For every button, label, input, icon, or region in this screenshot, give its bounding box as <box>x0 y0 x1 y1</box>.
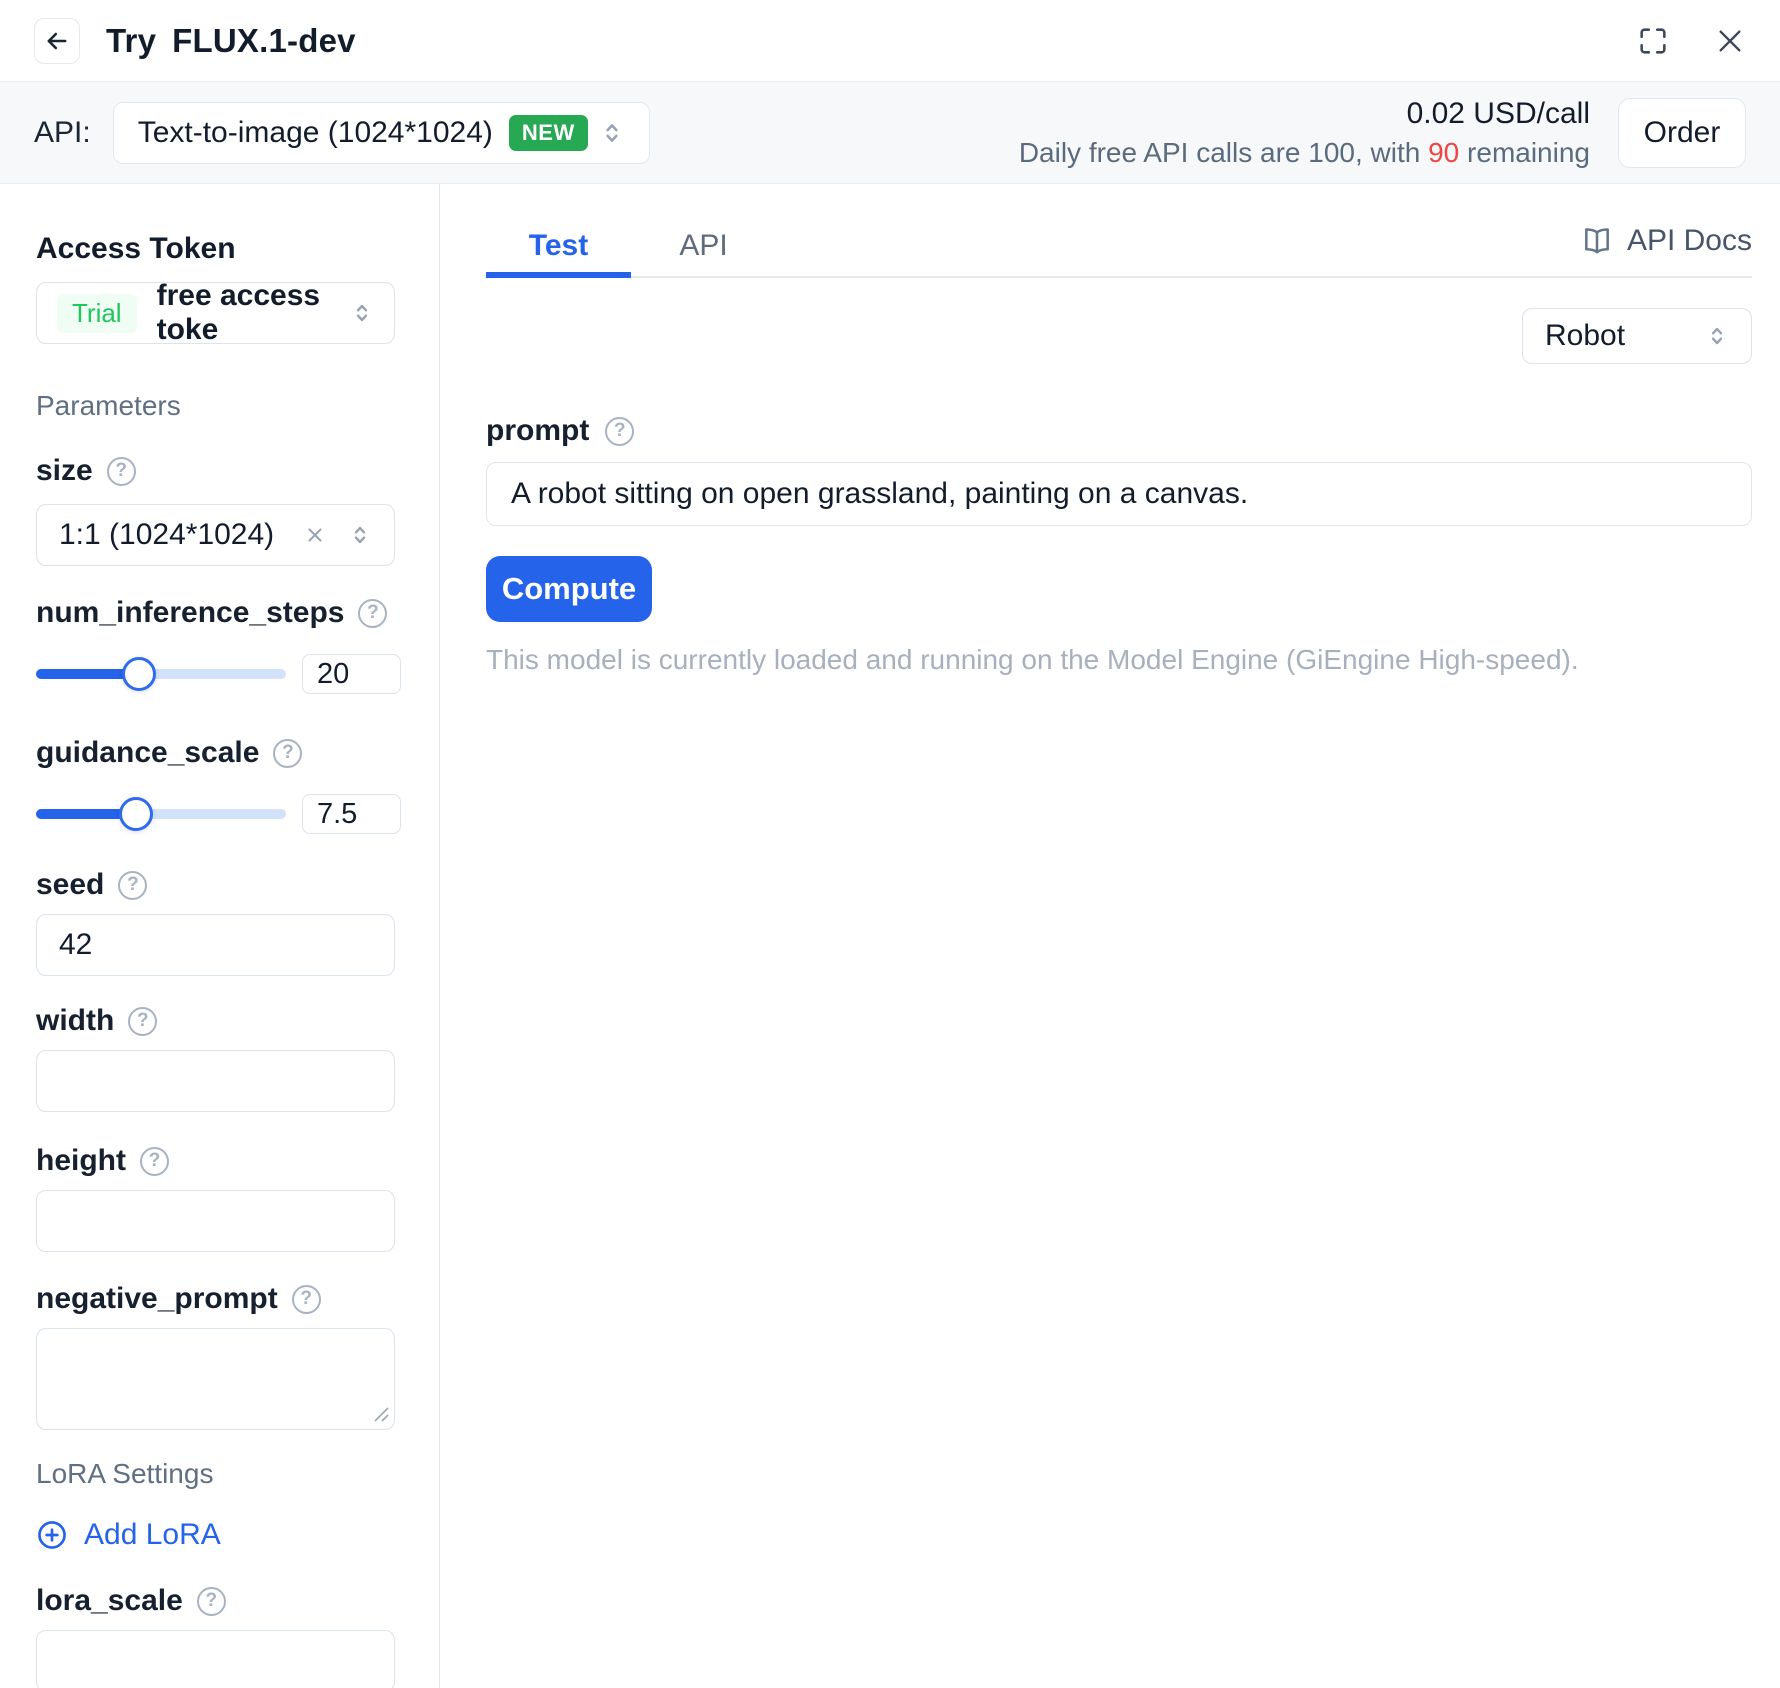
guidance-scale-slider[interactable] <box>36 809 286 819</box>
prompt-label: prompt <box>486 414 589 448</box>
seed-input[interactable] <box>36 914 395 976</box>
negative-prompt-label: negative_prompt <box>36 1282 278 1316</box>
lora-scale-input[interactable] <box>36 1630 395 1688</box>
close-button[interactable] <box>1714 25 1746 57</box>
fullscreen-button[interactable] <box>1636 24 1670 58</box>
guidance-scale-input[interactable] <box>302 794 401 834</box>
access-token-value: free access toke <box>157 279 350 347</box>
num-inference-steps-slider[interactable] <box>36 669 286 679</box>
quota-suffix: remaining <box>1459 137 1590 168</box>
fullscreen-icon <box>1636 24 1670 58</box>
example-select-value: Robot <box>1545 319 1625 353</box>
access-token-heading: Access Token <box>36 232 395 266</box>
api-label: API: <box>34 116 91 150</box>
chevron-updown-icon <box>350 301 374 325</box>
help-icon[interactable]: ? <box>605 417 634 446</box>
quota-text: Daily free API calls are 100, with 90 re… <box>1019 137 1590 169</box>
parameters-sidebar: Access Token Trial free access toke Para… <box>0 184 440 1688</box>
parameters-heading: Parameters <box>36 390 395 422</box>
api-type-select[interactable]: Text-to-image (1024*1024) NEW <box>113 102 650 164</box>
example-select[interactable]: Robot <box>1522 308 1752 364</box>
close-icon <box>1714 25 1746 57</box>
chevron-updown-icon <box>599 120 625 146</box>
api-type-value: Text-to-image (1024*1024) <box>138 116 493 150</box>
quota-remaining-count: 90 <box>1428 137 1459 168</box>
tab-bar: Test API API Docs <box>486 220 1752 278</box>
height-label: height <box>36 1144 126 1178</box>
size-label: size <box>36 454 93 488</box>
plus-circle-icon <box>36 1519 68 1551</box>
page-title-model: FLUX.1-dev <box>172 22 356 60</box>
tab-test[interactable]: Test <box>486 220 631 278</box>
lora-settings-heading: LoRA Settings <box>36 1458 395 1490</box>
back-button[interactable] <box>34 18 80 64</box>
slider-thumb[interactable] <box>122 657 156 691</box>
api-bar: API: Text-to-image (1024*1024) NEW 0.02 … <box>0 82 1780 184</box>
add-lora-button[interactable]: Add LoRA <box>36 1518 221 1552</box>
width-label: width <box>36 1004 114 1038</box>
size-value: 1:1 (1024*1024) <box>59 518 274 552</box>
order-button[interactable]: Order <box>1618 98 1746 168</box>
arrow-left-icon <box>43 27 71 55</box>
lora-scale-label: lora_scale <box>36 1584 183 1618</box>
trial-badge: Trial <box>57 294 137 333</box>
num-inference-steps-label: num_inference_steps <box>36 596 344 630</box>
size-select[interactable]: 1:1 (1024*1024) <box>36 504 395 566</box>
help-icon[interactable]: ? <box>273 739 302 768</box>
add-lora-label: Add LoRA <box>84 1518 221 1552</box>
price-per-call: 0.02 USD/call <box>1407 97 1590 131</box>
height-input[interactable] <box>36 1190 395 1252</box>
new-badge: NEW <box>509 115 588 151</box>
book-icon <box>1581 225 1613 257</box>
num-inference-steps-input[interactable] <box>302 654 401 694</box>
help-icon[interactable]: ? <box>197 1587 226 1616</box>
try-model-dialog: Try FLUX.1-dev API: Text-to-image (1024*… <box>0 0 1780 1688</box>
help-icon[interactable]: ? <box>292 1285 321 1314</box>
test-panel: Test API API Docs Robot prom <box>440 184 1780 1688</box>
help-icon[interactable]: ? <box>107 457 136 486</box>
dialog-header: Try FLUX.1-dev <box>0 0 1780 82</box>
help-icon[interactable]: ? <box>358 599 387 628</box>
guidance-scale-label: guidance_scale <box>36 736 259 770</box>
help-icon[interactable]: ? <box>128 1007 157 1036</box>
compute-button[interactable]: Compute <box>486 556 652 622</box>
seed-label: seed <box>36 868 104 902</box>
api-docs-label: API Docs <box>1627 224 1752 258</box>
access-token-select[interactable]: Trial free access toke <box>36 282 395 344</box>
chevron-updown-icon <box>348 523 372 547</box>
quota-prefix: Daily free API calls are 100, with <box>1019 137 1428 168</box>
prompt-input[interactable] <box>486 462 1752 526</box>
slider-thumb[interactable] <box>119 797 153 831</box>
help-icon[interactable]: ? <box>118 871 147 900</box>
tab-api[interactable]: API <box>631 220 776 278</box>
page-title-prefix: Try <box>106 22 156 60</box>
page-title: Try FLUX.1-dev <box>106 22 356 60</box>
clear-icon[interactable] <box>304 524 326 546</box>
negative-prompt-textarea[interactable] <box>36 1328 395 1430</box>
chevron-updown-icon <box>1705 324 1729 348</box>
api-docs-link[interactable]: API Docs <box>1581 224 1752 258</box>
width-input[interactable] <box>36 1050 395 1112</box>
model-status-text: This model is currently loaded and runni… <box>486 644 1752 676</box>
help-icon[interactable]: ? <box>140 1147 169 1176</box>
